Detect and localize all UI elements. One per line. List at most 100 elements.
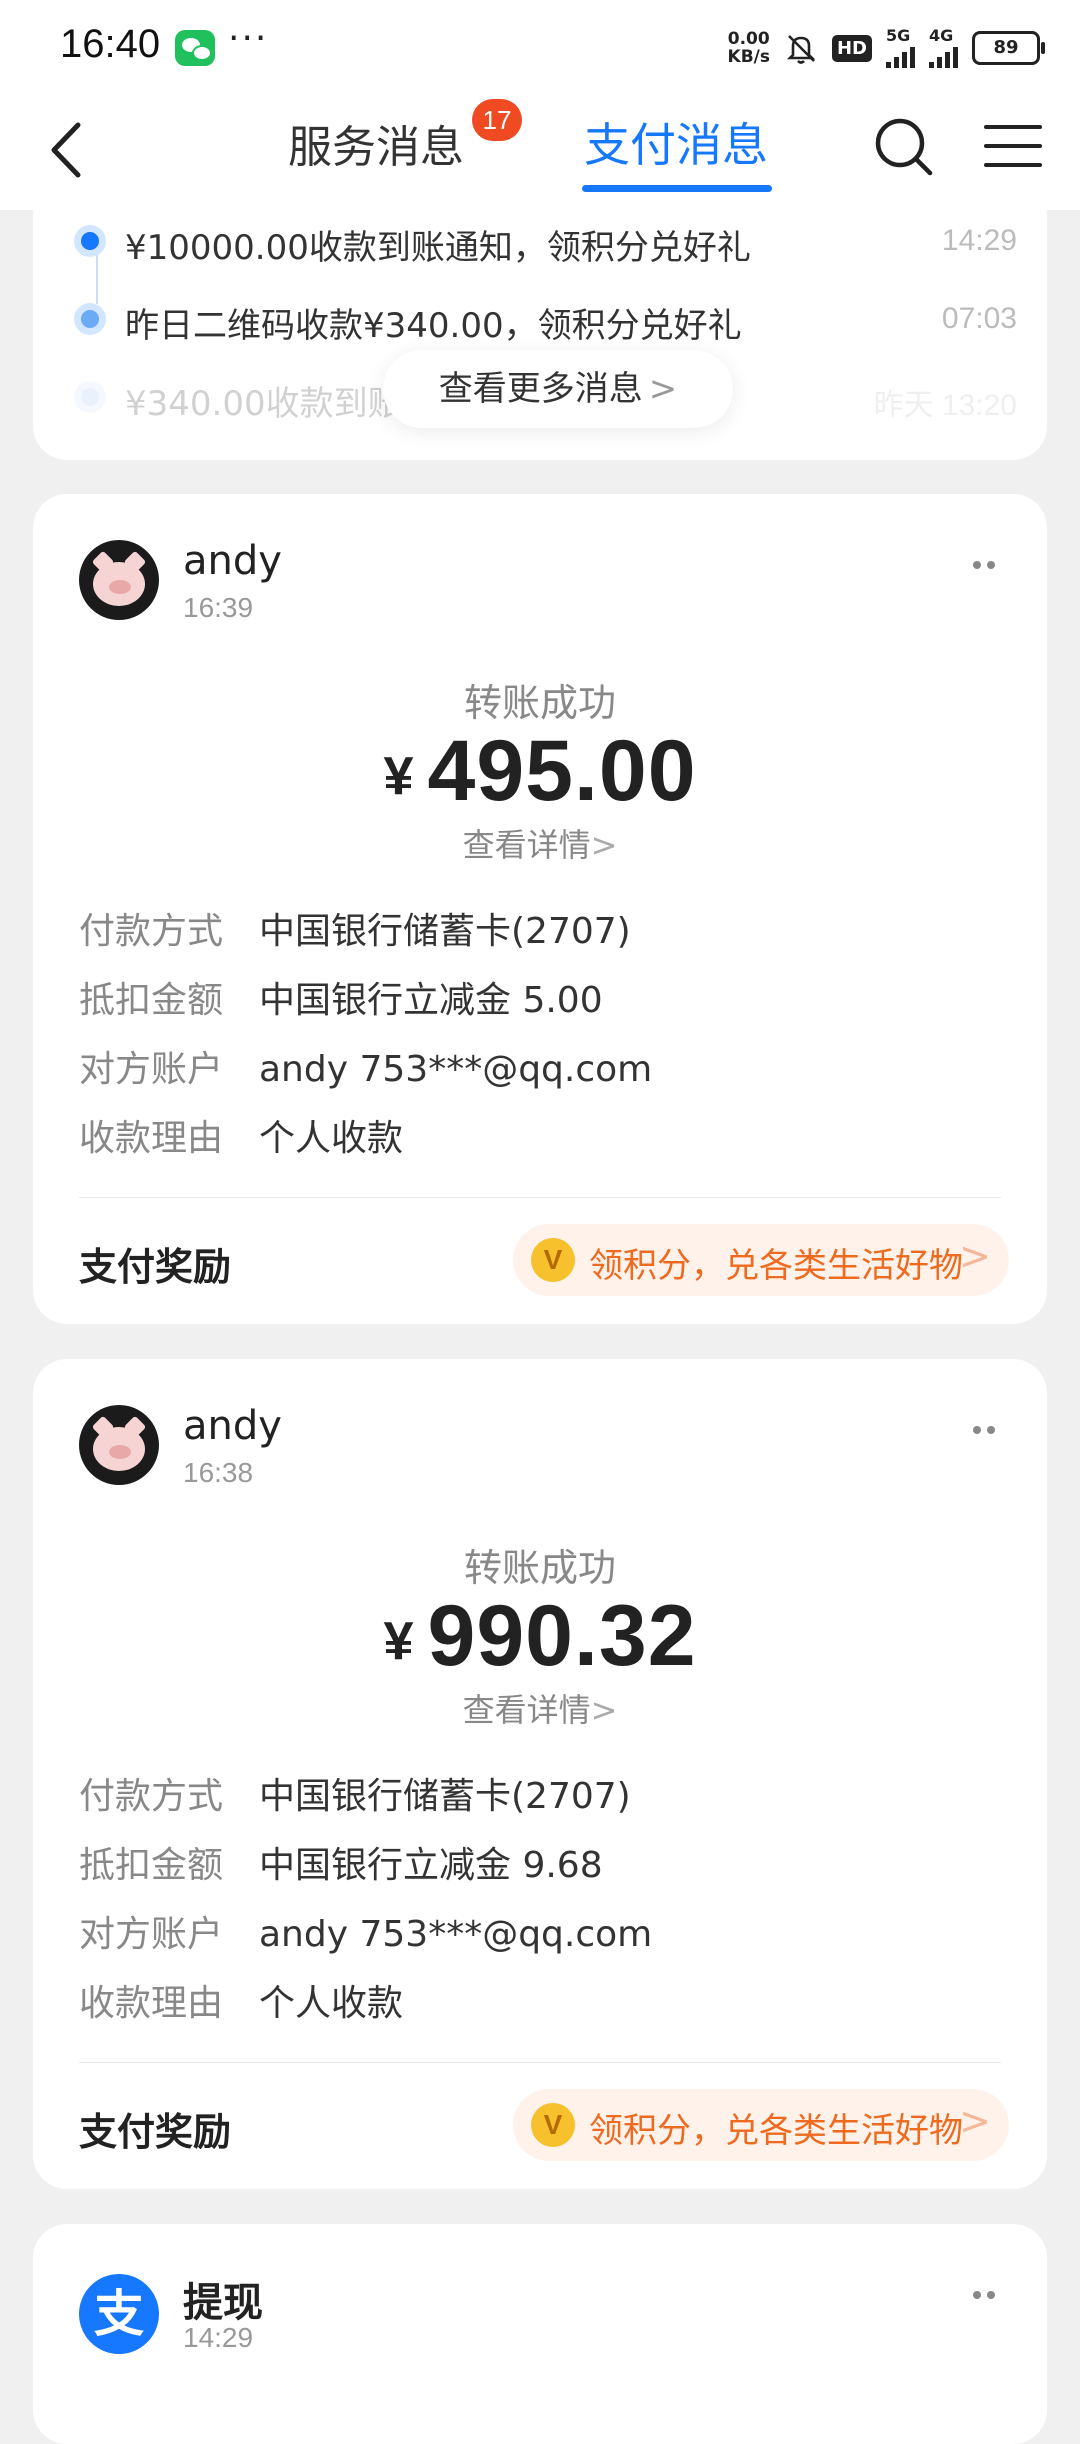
status-indicators: 0.00 KB/s HD 5G 4G 89: [728, 26, 1045, 70]
timeline-dot-icon: [81, 310, 99, 328]
chevron-right-icon: >: [590, 826, 618, 864]
view-more-label: 查看更多消息: [438, 369, 643, 409]
currency-symbol: ¥: [383, 1611, 414, 1671]
reward-points-button[interactable]: V 领积分，兑各类生活好物 >: [513, 1224, 1009, 1296]
sender-name: andy: [183, 538, 282, 584]
detail-row-payment-method: 付款方式 中国银行储蓄卡(2707): [79, 1767, 631, 1817]
divider: [79, 1197, 1001, 1198]
detail-value: 中国银行储蓄卡(2707): [259, 1776, 631, 1817]
mute-bell-icon: [786, 35, 816, 64]
detail-row-payment-method: 付款方式 中国银行储蓄卡(2707): [79, 902, 631, 952]
back-arrow-icon[interactable]: [42, 115, 92, 185]
view-details-link[interactable]: 查看详情>: [33, 1685, 1047, 1731]
reward-label: 支付奖励: [79, 2110, 232, 2154]
detail-key: 收款理由: [79, 1118, 224, 1159]
detail-row-reason: 收款理由 个人收款: [79, 1109, 403, 1159]
detail-value: 中国银行立减金 9.68: [259, 1845, 603, 1886]
hd-icon: HD: [831, 34, 872, 62]
detail-key: 收款理由: [79, 1983, 224, 2024]
transaction-card[interactable]: andy 16:38 转账成功 ¥990.32 查看详情> 付款方式 中国银行储蓄…: [33, 1359, 1047, 2189]
history-item-time: 14:29: [941, 224, 1017, 257]
more-notifications-icon: ···: [228, 18, 269, 59]
detail-row-discount: 抵扣金额 中国银行立减金 5.00: [79, 971, 603, 1021]
amount-value: 495.00: [427, 723, 697, 819]
points-coin-icon: V: [531, 2103, 575, 2147]
points-coin-icon: V: [531, 1238, 575, 1282]
detail-value: 个人收款: [259, 1983, 404, 2024]
reward-text: 领积分，兑各类生活好物: [589, 2111, 963, 2151]
view-more-messages-button[interactable]: 查看更多消息 >: [383, 350, 733, 428]
detail-key: 对方账户: [79, 1049, 224, 1090]
amount-value: 990.32: [427, 1588, 697, 1684]
view-details-label: 查看详情: [462, 1691, 591, 1729]
detail-key: 付款方式: [79, 1776, 224, 1817]
history-item-time: 07:03: [941, 302, 1017, 335]
chevron-right-icon: >: [648, 369, 678, 409]
signal-4g-label: 4G: [929, 26, 954, 45]
avatar[interactable]: [79, 540, 159, 620]
detail-key: 抵扣金额: [79, 1845, 224, 1886]
currency-symbol: ¥: [383, 746, 414, 806]
detail-value: andy 753***@qq.com: [259, 1049, 653, 1090]
timeline-dot-icon: [81, 388, 99, 406]
more-options-icon[interactable]: [973, 2288, 1001, 2302]
network-speed-value: 0.00: [727, 29, 770, 49]
signal-5g-icon: 5G: [886, 28, 915, 68]
tab-payment-messages[interactable]: 支付消息: [584, 109, 768, 175]
status-bar: 16:40 ··· 0.00 KB/s HD 5G 4G 89: [0, 0, 1080, 95]
signal-5g-label: 5G: [886, 26, 911, 45]
transfer-status: 转账成功: [463, 681, 616, 725]
more-options-icon[interactable]: [973, 1423, 1001, 1437]
unread-badge: 17: [472, 99, 522, 141]
message-time: 16:38: [183, 1457, 254, 1488]
avatar[interactable]: [79, 1405, 159, 1485]
history-item-time: 昨天 13:20: [873, 389, 1017, 422]
withdraw-card[interactable]: 支 提现 14:29: [33, 2224, 1047, 2444]
search-icon[interactable]: [872, 115, 936, 179]
chevron-right-icon: >: [959, 2099, 991, 2143]
top-nav: 服务消息 17 支付消息: [0, 95, 1080, 210]
transfer-status: 转账成功: [463, 1546, 616, 1590]
amount: ¥495.00: [33, 722, 1047, 821]
message-history-card: ¥10000.00收款到账通知，领积分兑好礼 14:29 昨日二维码收款¥340…: [33, 210, 1047, 460]
more-options-icon[interactable]: [973, 558, 1001, 572]
amount: ¥990.32: [33, 1587, 1047, 1686]
history-item[interactable]: 昨日二维码收款¥340.00，领积分兑好礼 07:03: [33, 292, 1047, 352]
message-time: 14:29: [183, 2322, 254, 2353]
network-speed-unit: KB/s: [727, 47, 770, 67]
signal-4g-icon: 4G: [929, 28, 958, 68]
reward-label: 支付奖励: [79, 1245, 232, 1289]
detail-value: 中国银行立减金 5.00: [259, 980, 603, 1021]
network-speed: 0.00 KB/s: [728, 30, 770, 66]
history-item-text: 昨日二维码收款¥340.00，领积分兑好礼: [125, 306, 742, 346]
timeline-dot-icon: [81, 232, 99, 250]
menu-icon[interactable]: [984, 123, 1042, 169]
detail-key: 抵扣金额: [79, 980, 224, 1021]
reward-points-button[interactable]: V 领积分，兑各类生活好物 >: [513, 2089, 1009, 2161]
reward-text: 领积分，兑各类生活好物: [589, 1246, 963, 1286]
status-time: 16:40: [60, 22, 161, 66]
detail-value: 中国银行储蓄卡(2707): [259, 911, 631, 952]
sender-name: andy: [183, 1403, 282, 1449]
detail-row-payee-account: 对方账户 andy 753***@qq.com: [79, 1040, 652, 1090]
tab-service-messages[interactable]: 服务消息: [288, 111, 464, 175]
detail-key: 对方账户: [79, 1914, 224, 1955]
detail-row-reason: 收款理由 个人收款: [79, 1974, 403, 2024]
transaction-card[interactable]: andy 16:39 转账成功 ¥495.00 查看详情> 付款方式 中国银行储蓄…: [33, 494, 1047, 1324]
detail-row-discount: 抵扣金额 中国银行立减金 9.68: [79, 1836, 603, 1886]
chevron-right-icon: >: [959, 1234, 991, 1278]
divider: [79, 2062, 1001, 2063]
wechat-icon: [175, 30, 215, 66]
detail-key: 付款方式: [79, 911, 224, 952]
message-time: 16:39: [183, 592, 254, 623]
detail-row-payee-account: 对方账户 andy 753***@qq.com: [79, 1905, 652, 1955]
active-tab-indicator: [582, 185, 772, 192]
withdraw-title: 提现: [183, 2280, 263, 2326]
history-item[interactable]: ¥10000.00收款到账通知，领积分兑好礼 14:29: [33, 214, 1047, 274]
view-details-label: 查看详情: [462, 826, 591, 864]
chevron-right-icon: >: [590, 1691, 618, 1729]
alipay-logo-icon: 支: [79, 2274, 159, 2354]
history-item-text: ¥10000.00收款到账通知，领积分兑好礼: [125, 228, 751, 268]
view-details-link[interactable]: 查看详情>: [33, 820, 1047, 866]
detail-value: andy 753***@qq.com: [259, 1914, 653, 1955]
